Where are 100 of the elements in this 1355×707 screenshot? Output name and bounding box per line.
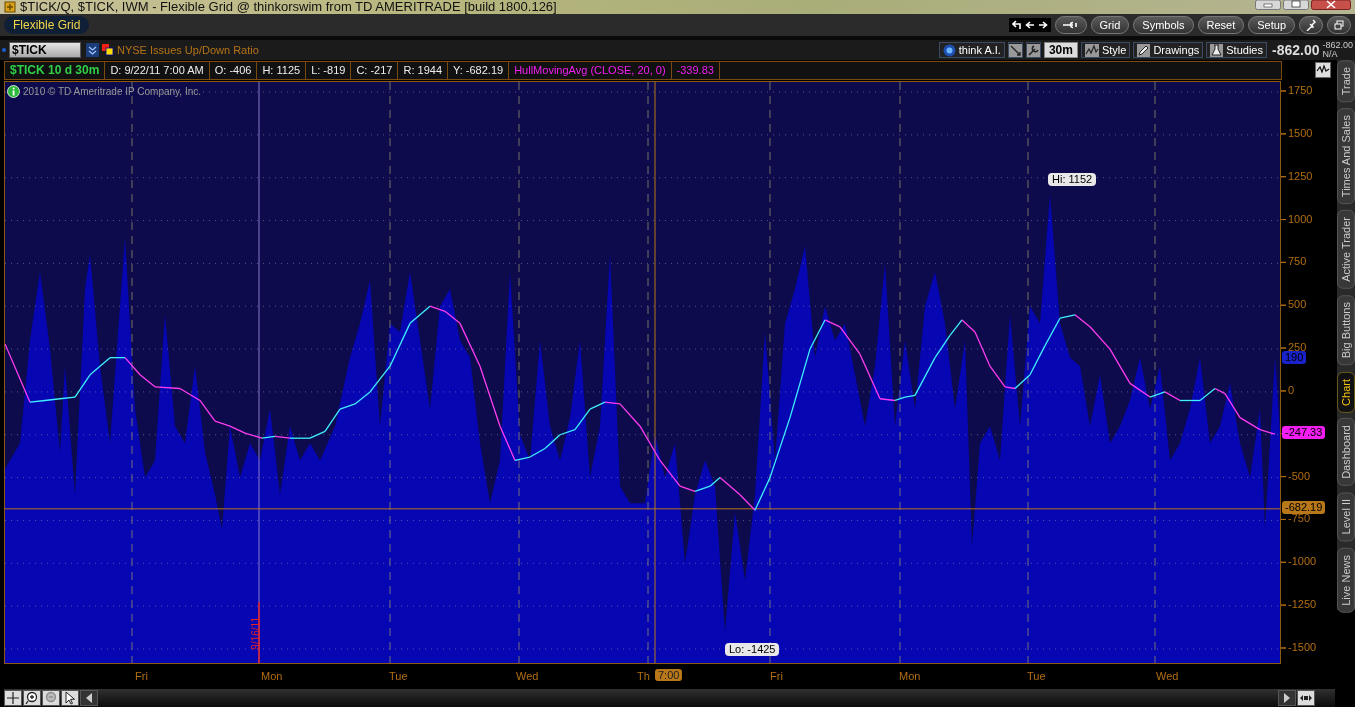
quote-field: L: -819 bbox=[306, 62, 352, 79]
dropdown-icon bbox=[86, 43, 99, 57]
axis-label: 750 bbox=[1288, 255, 1307, 268]
toolbar-button[interactable]: think A.I. bbox=[938, 42, 1005, 58]
symbol-field[interactable]: $TICK bbox=[9, 42, 81, 58]
axis-label: 1500 bbox=[1288, 126, 1313, 139]
axis-label: -1250 bbox=[1288, 598, 1317, 611]
window-title: $TICK/Q, $TICK, IWM - Flexible Grid @ thinkorswim from TD AMERITRADE [build 1800.126] bbox=[20, 0, 557, 14]
side-tab[interactable]: Live News bbox=[1337, 547, 1355, 613]
chart-settings-icon[interactable] bbox=[1315, 62, 1331, 78]
zoom-in-button[interactable] bbox=[23, 690, 41, 706]
study-label: HullMovingAvg (CLOSE, 20, 0) bbox=[509, 62, 672, 79]
pointer-button[interactable] bbox=[61, 690, 79, 706]
right-arrow-icon bbox=[1283, 693, 1291, 703]
toolbar-button[interactable]: Reset bbox=[1197, 16, 1245, 34]
axis-label: 250 bbox=[1288, 341, 1307, 354]
pointer-icon bbox=[63, 691, 77, 705]
pin-icon bbox=[1306, 19, 1316, 31]
zoom-scale-button[interactable] bbox=[1297, 690, 1315, 706]
toolbar-button[interactable]: Setup bbox=[1248, 16, 1295, 34]
left-arrow-icon bbox=[85, 693, 93, 703]
axis-label: Wed bbox=[516, 670, 539, 682]
info-icon[interactable] bbox=[7, 85, 20, 98]
low-label: Lo: -1425 bbox=[725, 643, 780, 656]
percent-change: N/A bbox=[1322, 50, 1339, 59]
toolbar-button[interactable]: Grid bbox=[1090, 16, 1130, 34]
minimize-icon[interactable] bbox=[1255, 0, 1281, 10]
link-dot bbox=[2, 48, 6, 52]
axis-label: 1750 bbox=[1288, 84, 1313, 96]
scroll-right-button[interactable] bbox=[1278, 690, 1296, 706]
high-label: Hi: 1152 bbox=[1048, 173, 1097, 186]
price-tag: -682.19 bbox=[1282, 500, 1326, 514]
close-icon[interactable] bbox=[1311, 0, 1351, 10]
axis-label: -1500 bbox=[1288, 641, 1317, 653]
side-tab[interactable]: Big Buttons bbox=[1337, 295, 1355, 366]
colored-squares-icon bbox=[102, 44, 114, 56]
axis-label: Fri bbox=[770, 670, 783, 682]
quote-field: H: 1125 bbox=[257, 62, 307, 79]
axis-label: Fri bbox=[135, 670, 148, 682]
quote-field: R: 1944 bbox=[398, 62, 448, 79]
resize-arrows-icon bbox=[1299, 693, 1313, 703]
toolbar-button[interactable]: Style bbox=[1080, 42, 1131, 58]
layout-tab[interactable]: Flexible Grid bbox=[4, 16, 90, 34]
side-tab[interactable]: Dashboard bbox=[1337, 418, 1355, 487]
cursor-time-tag: 7:00 bbox=[655, 669, 683, 681]
axis-label: Mon bbox=[899, 670, 921, 682]
quote-field: D: 9/22/11 7:00 AM bbox=[105, 62, 210, 79]
back-arrow-icon[interactable] bbox=[1024, 20, 1035, 30]
side-tab[interactable]: Level II bbox=[1337, 492, 1355, 542]
toolbar-button[interactable]: Studies bbox=[1206, 42, 1267, 58]
zoom-out-icon bbox=[44, 691, 58, 705]
toolbar-button[interactable]: Drawings bbox=[1133, 42, 1204, 58]
side-tab[interactable]: Active Trader bbox=[1337, 210, 1355, 290]
copyright-text: 2010 © TD Ameritrade IP Company, Inc. bbox=[23, 86, 201, 97]
axis-label: Mon bbox=[261, 670, 283, 682]
zoom-out-button[interactable] bbox=[42, 690, 60, 706]
quote-field: C: -217 bbox=[351, 62, 399, 79]
line-chart-icon bbox=[1084, 43, 1099, 57]
detach-button[interactable] bbox=[1327, 16, 1351, 34]
axis-label: 1250 bbox=[1288, 169, 1313, 182]
drawing-tools-icon bbox=[1008, 43, 1022, 57]
pencil-icon bbox=[1137, 43, 1151, 57]
axis-label: Tue bbox=[1027, 670, 1046, 682]
axis-label: 500 bbox=[1288, 298, 1307, 311]
app-icon bbox=[4, 1, 16, 13]
last-price: -862.00 bbox=[1272, 42, 1320, 58]
globe-icon bbox=[942, 43, 956, 57]
side-tab[interactable]: Times And Sales bbox=[1337, 108, 1355, 205]
crosshair-button[interactable] bbox=[4, 690, 22, 706]
axis-label: 0 bbox=[1288, 383, 1295, 396]
toolbar-button[interactable]: Symbols bbox=[1133, 16, 1194, 34]
scroll-left-button[interactable] bbox=[80, 690, 98, 706]
wrench-icon bbox=[1026, 43, 1040, 57]
side-tab[interactable]: Trade bbox=[1337, 60, 1355, 103]
toolbar-icon-button[interactable] bbox=[1025, 42, 1041, 58]
axis-label: -500 bbox=[1288, 469, 1311, 482]
side-tab[interactable]: Chart bbox=[1337, 371, 1355, 413]
maximize-icon[interactable] bbox=[1283, 0, 1309, 10]
pin-button[interactable] bbox=[1299, 16, 1323, 34]
wrench-button[interactable] bbox=[1054, 16, 1087, 34]
price-tag: -247.33 bbox=[1282, 426, 1326, 440]
axis-label: Wed bbox=[1156, 670, 1179, 682]
forward-arrow-icon[interactable] bbox=[1037, 20, 1048, 30]
axis-label: Tue bbox=[389, 670, 408, 682]
flask-icon bbox=[1210, 43, 1224, 57]
toolbar-icon-button[interactable] bbox=[1007, 42, 1023, 58]
crosshair-icon bbox=[6, 691, 20, 705]
quote-field: O: -406 bbox=[209, 62, 258, 79]
wrench-icon bbox=[1061, 21, 1080, 29]
net-change: -862.00 bbox=[1322, 41, 1353, 50]
chart-title: $TICK 10 d 30m bbox=[5, 62, 106, 79]
study-value: -339.83 bbox=[671, 62, 720, 79]
timeframe-button[interactable]: 30m bbox=[1043, 42, 1078, 58]
undo-icon[interactable] bbox=[1011, 20, 1022, 30]
windows-icon bbox=[1334, 20, 1344, 30]
price-tag: 190 bbox=[1282, 351, 1307, 365]
zoom-in-icon bbox=[25, 691, 39, 705]
axis-label: Th bbox=[637, 670, 650, 682]
axis-label: -750 bbox=[1288, 512, 1311, 525]
date-marker: 9/16/11 bbox=[250, 617, 261, 650]
